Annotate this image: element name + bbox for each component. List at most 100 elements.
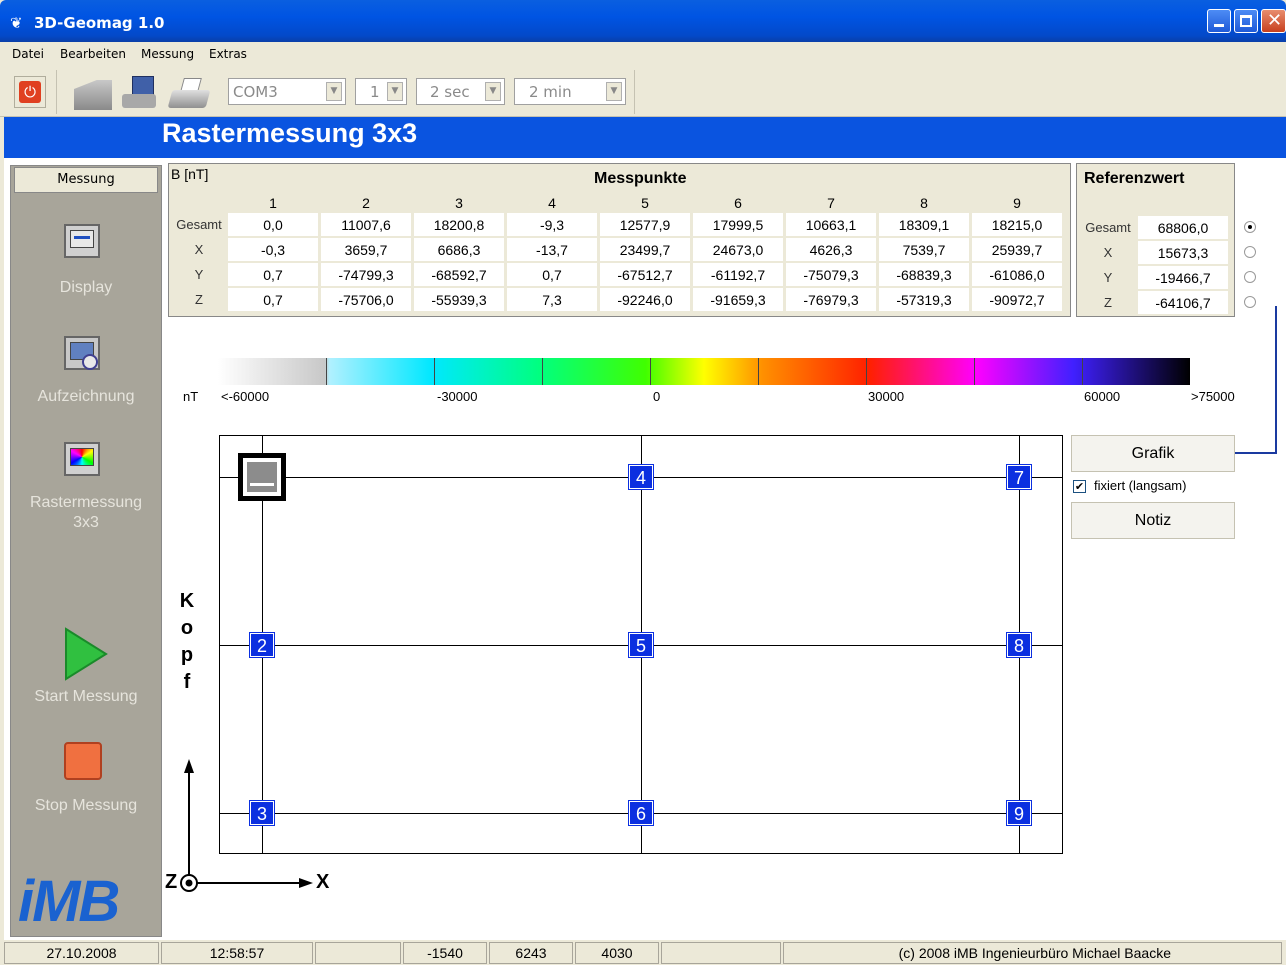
table-cell: 25939,7 xyxy=(972,238,1062,261)
colorbar-label: 0 xyxy=(653,389,661,404)
imb-logo: iMB xyxy=(18,869,120,934)
row-label: X xyxy=(194,242,204,257)
grid-point-2[interactable]: 2 xyxy=(249,632,275,658)
sidebar-item-raster[interactable]: Rastermessung 3x3 xyxy=(14,493,158,533)
table-cell: -61192,7 xyxy=(693,263,783,286)
axis-x-label: X xyxy=(316,871,330,893)
recording-icon[interactable] xyxy=(64,336,100,370)
table-cell: 11007,6 xyxy=(321,213,411,236)
port-select[interactable]: COM3 ▼ xyxy=(228,78,346,105)
menu-extras[interactable]: Extras xyxy=(209,47,247,61)
table-cell: 24673,0 xyxy=(693,238,783,261)
radio-z[interactable] xyxy=(1244,296,1256,308)
title-bar[interactable]: ❦ 3D-Geomag 1.0 ✕ xyxy=(0,0,1286,42)
column-header: 4 xyxy=(548,194,556,211)
menu-datei[interactable]: Datei xyxy=(12,47,44,61)
raster-icon[interactable] xyxy=(64,442,100,476)
table-cell: -68592,7 xyxy=(414,263,504,286)
stop-icon[interactable] xyxy=(64,742,102,780)
colorbar-label: <-60000 xyxy=(221,389,270,404)
colorbar-label: -30000 xyxy=(437,389,478,404)
grid-point-6[interactable]: 6 xyxy=(628,800,654,826)
duration-select[interactable]: 2 min ▼ xyxy=(514,78,626,105)
stop-button[interactable]: Stop Messung xyxy=(14,796,158,816)
table-cell: -13,7 xyxy=(507,238,597,261)
display-icon[interactable] xyxy=(64,224,100,258)
status-empty xyxy=(661,942,781,964)
status-time: 12:58:57 xyxy=(161,942,313,964)
sidebar-item-recording[interactable]: Aufzeichnung xyxy=(14,387,158,407)
sidebar-item-display[interactable]: Display xyxy=(14,278,158,298)
start-button[interactable]: Start Messung xyxy=(14,687,158,707)
table-cell: 18309,1 xyxy=(879,213,969,236)
grid-point-4[interactable]: 4 xyxy=(628,464,654,490)
window-title: 3D-Geomag 1.0 xyxy=(34,14,165,32)
minimize-button[interactable] xyxy=(1207,9,1231,33)
table-row: Gesamt 68806,0 xyxy=(1081,216,1228,239)
menu-bearbeiten[interactable]: Bearbeiten xyxy=(60,47,126,61)
grafik-button[interactable]: Grafik xyxy=(1071,435,1235,472)
radio-gesamt[interactable] xyxy=(1244,221,1256,233)
grid-point-5[interactable]: 5 xyxy=(628,632,654,658)
table-cell: 7,3 xyxy=(507,288,597,311)
table-cell: 23499,7 xyxy=(600,238,690,261)
grid-point-9[interactable]: 9 xyxy=(1006,800,1032,826)
app-icon: ❦ xyxy=(10,14,23,32)
power-button[interactable]: ⏻ xyxy=(14,76,46,108)
table-cell: -68839,3 xyxy=(879,263,969,286)
maximize-button[interactable] xyxy=(1234,9,1258,33)
table-cell: 0,7 xyxy=(228,288,318,311)
play-icon[interactable] xyxy=(64,627,108,681)
status-empty xyxy=(315,942,401,964)
status-date: 27.10.2008 xyxy=(4,942,159,964)
table-cell: 0,0 xyxy=(228,213,318,236)
table-cell: 0,7 xyxy=(507,263,597,286)
table-row: X 15673,3 xyxy=(1081,241,1228,264)
column-header: 9 xyxy=(1013,194,1021,211)
table-row: X -0,3 3659,7 6686,3 -13,7 23499,7 24673… xyxy=(173,238,1062,261)
column-header: 3 xyxy=(455,194,463,211)
kopf-label: K o p f xyxy=(179,590,195,693)
column-header: 6 xyxy=(734,194,742,211)
column-header: 1 xyxy=(269,194,277,211)
radio-x[interactable] xyxy=(1244,246,1256,258)
row-label: Gesamt xyxy=(176,217,222,232)
channel-select[interactable]: 1 ▼ xyxy=(355,78,407,105)
save-icon[interactable] xyxy=(122,76,158,110)
table-cell: -61086,0 xyxy=(972,263,1062,286)
fixiert-label: fixiert (langsam) xyxy=(1094,478,1187,493)
table-cell: 4626,3 xyxy=(786,238,876,261)
row-label: Z xyxy=(195,292,203,307)
radio-y[interactable] xyxy=(1244,271,1256,283)
reference-value: -64106,7 xyxy=(1138,291,1228,314)
colorbar-unit: nT xyxy=(183,389,199,404)
connector-line xyxy=(1235,452,1277,454)
status-value-3: 4030 xyxy=(575,942,659,964)
table-cell: -76979,3 xyxy=(786,288,876,311)
sidebar-header[interactable]: Messung xyxy=(14,167,158,193)
print-icon[interactable] xyxy=(167,78,211,110)
table-cell: 0,7 xyxy=(228,263,318,286)
color-scale xyxy=(218,358,1190,385)
page-title: Rastermessung 3x3 xyxy=(162,118,418,148)
column-header: 5 xyxy=(641,194,649,211)
table-cell: 10663,1 xyxy=(786,213,876,236)
table-cell: -0,3 xyxy=(228,238,318,261)
grid-point-7[interactable]: 7 xyxy=(1006,464,1032,490)
grid-point-8[interactable]: 8 xyxy=(1006,632,1032,658)
reference-table: Gesamt 68806,0 X 15673,3 Y -19466,7 Z -64106… xyxy=(1078,214,1231,316)
notiz-button[interactable]: Notiz xyxy=(1071,502,1235,539)
interval-select[interactable]: 2 sec ▼ xyxy=(416,78,505,105)
close-icon: ✕ xyxy=(1267,10,1283,31)
reference-value: 68806,0 xyxy=(1138,216,1228,239)
unit-label: B [nT] xyxy=(171,166,209,182)
reference-value: 15673,3 xyxy=(1138,241,1228,264)
axis-indicator xyxy=(180,759,313,892)
menu-messung[interactable]: Messung xyxy=(141,47,194,61)
table-cell: -55939,3 xyxy=(414,288,504,311)
fixiert-checkbox[interactable]: ✔ xyxy=(1073,480,1086,493)
row-label: Gesamt xyxy=(1085,220,1131,235)
table-cell: 18215,0 xyxy=(972,213,1062,236)
row-label: Y xyxy=(1103,270,1113,285)
close-button[interactable]: ✕ xyxy=(1261,9,1286,33)
